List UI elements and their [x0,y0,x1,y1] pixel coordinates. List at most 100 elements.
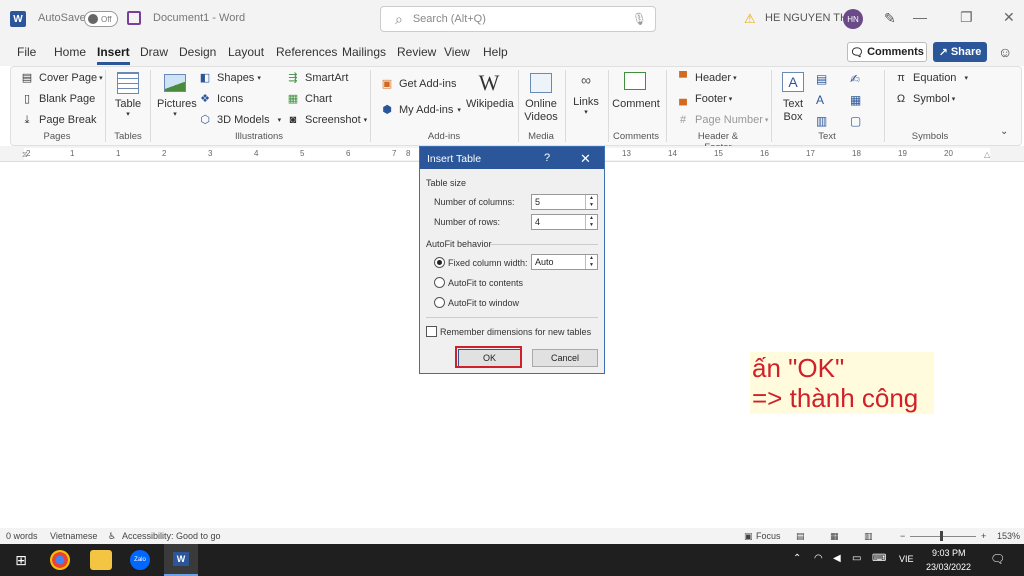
print-layout-icon[interactable]: ▦ [830,531,839,542]
collapse-ribbon-icon[interactable]: ⌄ [1000,126,1008,137]
tab-mailings[interactable]: Mailings [342,45,386,59]
feedback-smiley-icon[interactable]: ☺ [998,44,1012,60]
comment-button[interactable]: Comment [612,98,660,110]
rows-spinner[interactable]: 4 ▲ ▼ [531,214,598,230]
word-taskbar-button[interactable]: W [164,544,198,576]
right-indent-marker-icon[interactable]: △ [984,150,990,159]
tab-home[interactable]: Home [54,45,86,59]
wordart-icon[interactable]: A [816,93,824,107]
tab-review[interactable]: Review [397,45,436,59]
spinner-arrows-icon[interactable]: ▲ ▼ [585,215,597,229]
ruler-tick: 14 [668,149,677,158]
autosave-toggle[interactable]: Off [84,11,118,27]
file-explorer-icon[interactable] [90,550,112,570]
icons-button[interactable]: ❖ Icons [198,93,243,105]
header-button[interactable]: ▀ Header ▾ [676,72,737,84]
autofit-contents-radio[interactable] [434,277,445,288]
close-icon[interactable]: ✕ [1003,9,1015,26]
cancel-button[interactable]: Cancel [532,349,598,367]
get-addins-button[interactable]: ▣ Get Add-ins [380,78,457,90]
web-layout-icon[interactable]: ▥ [864,531,873,542]
language-status[interactable]: Vietnamese [50,531,97,541]
microphone-icon[interactable]: 🎙 [632,12,647,26]
battery-icon[interactable]: ▭ [852,553,861,564]
notification-icon[interactable]: 🗨 [990,552,1005,566]
shapes-button[interactable]: ◧ Shapes ▾ [198,72,261,84]
spinner-arrows-icon[interactable]: ▲ ▼ [585,195,597,209]
windows-start-icon[interactable]: ⊞ [10,550,32,570]
autofit-window-radio[interactable] [434,297,445,308]
read-mode-icon[interactable]: ▤ [796,531,805,542]
tab-references[interactable]: References [276,45,337,59]
tab-view[interactable]: View [444,45,470,59]
network-icon[interactable]: ◠ [814,553,823,564]
page-number-button[interactable]: # Page Number ▾ [676,114,768,126]
search-input[interactable]: ⌕ Search (Alt+Q) 🎙 [380,6,656,32]
tab-file[interactable]: File [17,45,36,59]
fixed-width-radio[interactable] [434,257,445,268]
input-language[interactable]: VIE [899,554,914,564]
chevron-down-icon: ▾ [457,107,461,114]
avatar[interactable]: HN [843,9,863,29]
3d-models-label: 3D Models [217,114,270,126]
screenshot-button[interactable]: ◙ Screenshot ▾ [286,114,368,126]
zoom-slider[interactable] [910,536,976,537]
object-icon[interactable]: ▢ [850,114,861,128]
focus-button[interactable]: Focus [756,531,781,541]
page-break-button[interactable]: ⤓ Page Break [20,114,97,126]
comments-button[interactable]: 🗨 Comments [847,42,927,62]
tab-layout[interactable]: Layout [228,45,264,59]
zoom-out-icon[interactable]: − [900,531,905,541]
remember-checkbox[interactable] [426,326,437,337]
footer-button[interactable]: ▄ Footer ▾ [676,93,732,105]
share-button[interactable]: ↗ Share [933,42,987,62]
wikipedia-button[interactable]: Wikipedia [466,98,514,110]
pen-icon[interactable]: ✎ [884,10,896,27]
3d-models-button[interactable]: ⬡ 3D Models ▾ [198,114,281,126]
tab-insert[interactable]: Insert [97,45,130,65]
signature-line-icon[interactable]: ✍ [850,72,860,86]
tab-design[interactable]: Design [179,45,216,59]
word-count[interactable]: 0 words [6,531,38,541]
online-videos-button[interactable]: Online Videos [524,98,558,124]
clock-time[interactable]: 9:03 PM [932,548,966,558]
zoom-level[interactable]: 153% [997,531,1020,541]
dialog-close-icon[interactable]: ✕ [580,151,591,167]
quick-parts-icon[interactable]: ▤ [816,72,827,86]
equation-button[interactable]: π Equation ▾ [894,72,968,84]
restore-icon[interactable]: ❐ [960,9,973,26]
chrome-icon[interactable] [50,550,70,570]
links-button[interactable]: Links ▾ [572,96,600,116]
volume-icon[interactable]: ◀ [833,553,841,564]
table-button[interactable]: Table ▾ [113,98,143,118]
zoom-in-icon[interactable]: + [981,531,986,541]
zalo-icon[interactable]: Zalo [130,550,150,570]
zoom-slider-thumb[interactable] [940,531,943,541]
fixed-width-spinner[interactable]: Auto ▲ ▼ [531,254,598,270]
date-time-icon[interactable]: ▦ [850,93,861,107]
chart-icon: ▦ [287,93,299,105]
warning-icon[interactable]: ⚠ [744,11,756,27]
pictures-button[interactable]: Pictures ▾ [157,98,197,118]
drop-cap-icon[interactable]: ▥ [816,114,827,128]
clock-date[interactable]: 23/03/2022 [926,562,971,572]
my-addins-button[interactable]: ⬢ My Add-ins ▾ [380,104,461,116]
spinner-arrows-icon[interactable]: ▲ ▼ [585,255,597,269]
tab-draw[interactable]: Draw [140,45,168,59]
accessibility-status[interactable]: Accessibility: Good to go [122,531,221,541]
cover-page-button[interactable]: ▤ Cover Page ▾ [20,72,103,84]
tray-chevron-icon[interactable]: ⌃ [793,553,801,564]
chart-button[interactable]: ▦ Chart [286,93,332,105]
tab-help[interactable]: Help [483,45,508,59]
dialog-title-bar[interactable]: Insert Table ? ✕ [420,147,604,169]
help-button[interactable]: ? [544,152,550,164]
symbol-button[interactable]: Ω Symbol ▾ [894,93,955,105]
blank-page-button[interactable]: ▯ Blank Page [20,93,95,105]
smartart-button[interactable]: ⇶ SmartArt [286,72,348,84]
keyboard-icon[interactable]: ⌨ [872,553,886,564]
save-icon[interactable] [127,11,141,25]
text-box-button[interactable]: Text Box [776,98,810,124]
minimize-icon[interactable]: — [913,9,927,25]
annotation-line1: ấn "OK" [752,353,845,383]
columns-spinner[interactable]: 5 ▲ ▼ [531,194,598,210]
